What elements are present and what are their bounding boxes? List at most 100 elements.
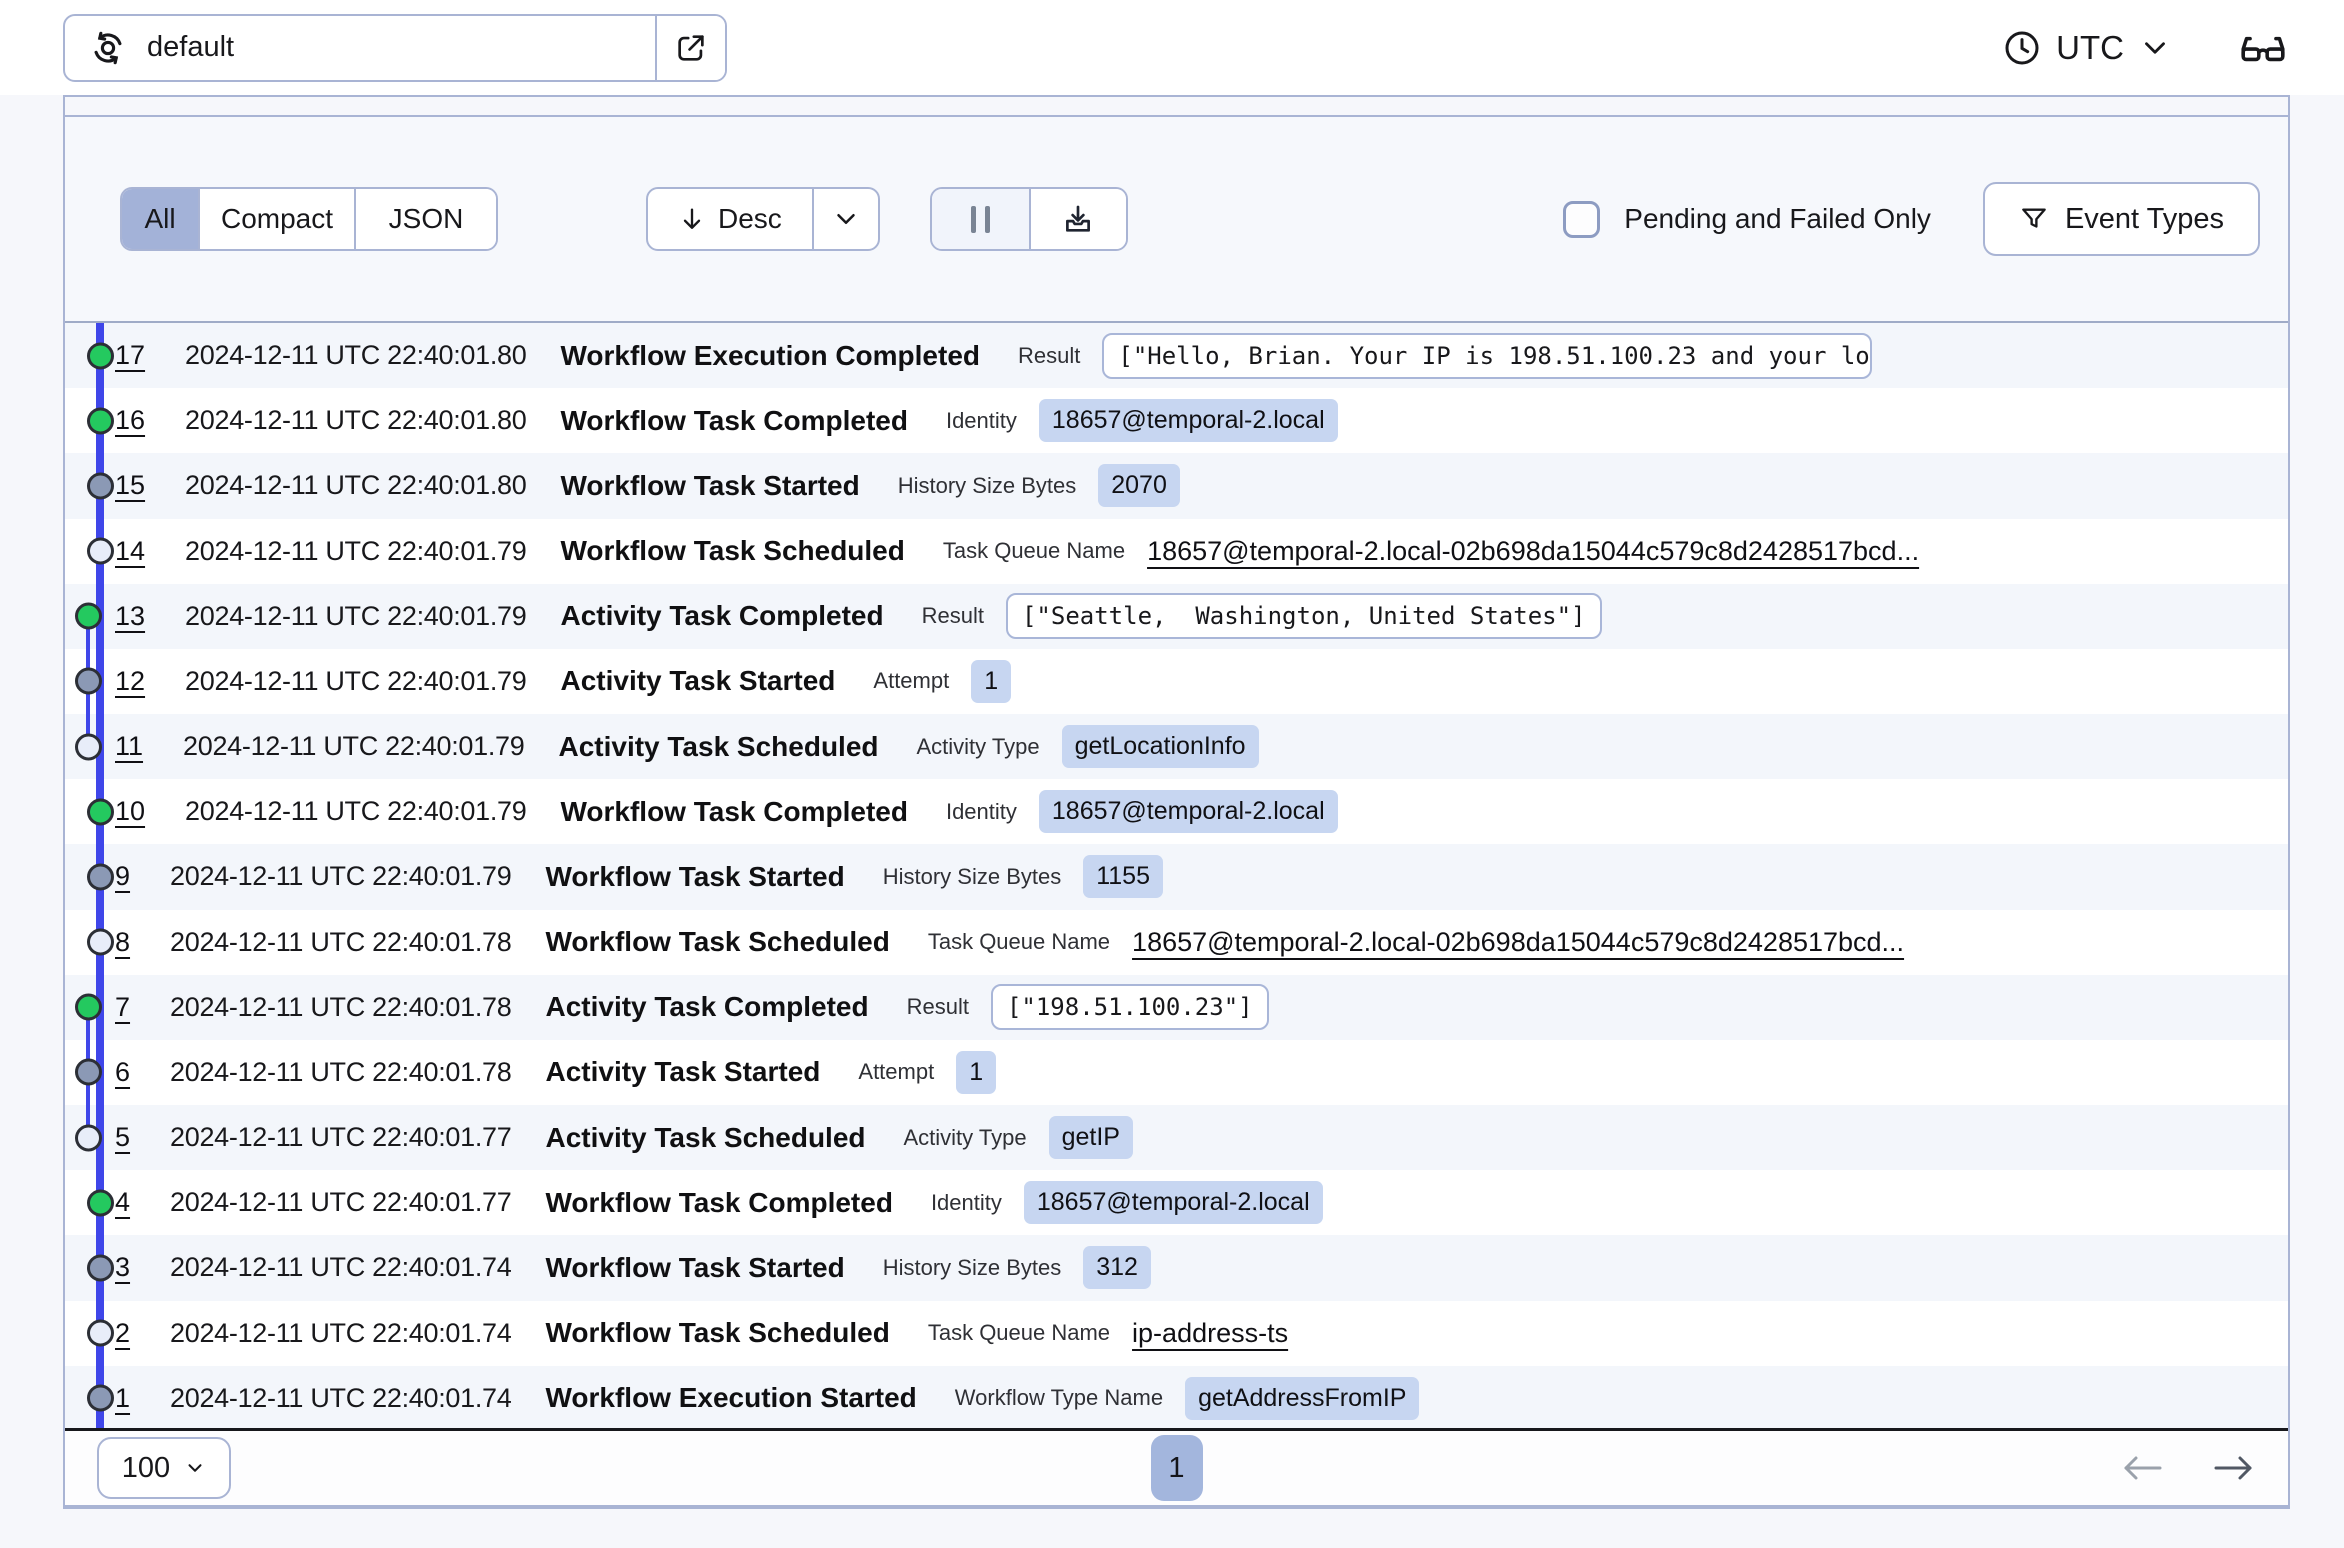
event-id-link[interactable]: 15 <box>115 470 145 501</box>
event-detail-chip: 1 <box>956 1050 997 1094</box>
event-status-dot <box>75 733 102 761</box>
event-detail-label: Identity <box>930 1189 1002 1215</box>
event-name: Workflow Task Completed <box>560 404 908 436</box>
event-timestamp: 2024-12-11 UTC 22:40:01.79 <box>185 600 527 631</box>
top-bar: default UTC <box>0 0 2344 95</box>
chevron-down-icon <box>2145 41 2165 54</box>
event-name: Activity Task Scheduled <box>558 730 879 762</box>
event-result-box: ["Hello, Brian. Your IP is 198.51.100.23… <box>1102 332 1873 379</box>
event-timestamp: 2024-12-11 UTC 22:40:01.74 <box>170 1252 512 1283</box>
event-detail-label: Result <box>1018 342 1081 368</box>
event-status-dot <box>75 1124 102 1152</box>
event-id-link[interactable]: 17 <box>115 340 145 371</box>
event-detail-label: Identity <box>945 407 1017 433</box>
event-id-link[interactable]: 11 <box>115 731 143 762</box>
task-queue-link[interactable]: 18657@temporal-2.local-02b698da15044c579… <box>1132 927 1904 958</box>
event-row[interactable]: 17 2024-12-11 UTC 22:40:01.80 Workflow Exe… <box>65 323 2288 389</box>
event-detail-label: Task Queue Name <box>927 1320 1111 1346</box>
pause-download-group <box>929 187 1128 251</box>
namespace-icon <box>94 31 122 64</box>
next-page-button[interactable] <box>2212 1453 2256 1483</box>
event-row[interactable]: 8 2024-12-11 UTC 22:40:01.78 Workflow Task… <box>65 909 2288 975</box>
event-row[interactable]: 1 2024-12-11 UTC 22:40:01.74 Workflow Exec… <box>65 1365 2288 1428</box>
event-row[interactable]: 16 2024-12-11 UTC 22:40:01.80 Workflow Tas… <box>65 388 2288 454</box>
event-id-link[interactable]: 3 <box>115 1252 130 1283</box>
timezone-selector[interactable]: UTC <box>2002 28 2172 68</box>
event-id-link[interactable]: 4 <box>115 1187 130 1218</box>
event-status-dot <box>75 1058 102 1086</box>
event-row[interactable]: 11 2024-12-11 UTC 22:40:01.79 Activity Tas… <box>65 714 2288 780</box>
view-mode-json[interactable]: JSON <box>354 189 496 249</box>
event-id-link[interactable]: 9 <box>115 861 130 892</box>
event-row[interactable]: 6 2024-12-11 UTC 22:40:01.78 Activity Task… <box>65 1039 2288 1106</box>
pause-updates-button[interactable] <box>931 189 1029 249</box>
event-name: Activity Task Scheduled <box>545 1121 866 1153</box>
namespace-select[interactable]: default <box>65 16 655 80</box>
event-detail-chip: getAddressFromIP <box>1185 1376 1420 1420</box>
event-row[interactable]: 7 2024-12-11 UTC 22:40:01.78 Activity Task… <box>65 974 2288 1040</box>
sort-order-button[interactable]: Desc <box>648 189 812 249</box>
view-mode-compact[interactable]: Compact <box>198 189 354 249</box>
event-detail-chip: 312 <box>1083 1246 1151 1290</box>
event-status-dot <box>87 1189 114 1217</box>
event-row[interactable]: 9 2024-12-11 UTC 22:40:01.79 Workflow Task… <box>65 844 2288 910</box>
event-row[interactable]: 10 2024-12-11 UTC 22:40:01.79 Workflow Tas… <box>65 779 2288 845</box>
event-row[interactable]: 5 2024-12-11 UTC 22:40:01.77 Activity Task… <box>65 1105 2288 1171</box>
pause-icon <box>970 205 976 233</box>
event-history-panel: All Compact JSON Desc Pending and Failed… <box>63 95 2290 1509</box>
open-namespace-button[interactable] <box>655 15 725 80</box>
event-timestamp: 2024-12-11 UTC 22:40:01.79 <box>185 796 527 827</box>
event-row[interactable]: 13 2024-12-11 UTC 22:40:01.79 Activity Tas… <box>65 583 2288 649</box>
event-id-link[interactable]: 16 <box>115 405 145 436</box>
event-status-dot <box>75 667 102 695</box>
task-queue-link[interactable]: ip-address-ts <box>1132 1318 1288 1349</box>
event-timestamp: 2024-12-11 UTC 22:40:01.80 <box>185 340 527 371</box>
namespace-switcher[interactable]: default <box>63 13 727 82</box>
event-detail-chip: 18657@temporal-2.local <box>1038 790 1338 834</box>
event-row[interactable]: 3 2024-12-11 UTC 22:40:01.74 Workflow Task… <box>65 1235 2288 1301</box>
event-name: Workflow Task Started <box>560 469 860 501</box>
event-id-link[interactable]: 6 <box>115 1057 130 1088</box>
event-status-dot <box>87 407 114 435</box>
event-id-link[interactable]: 14 <box>115 536 145 567</box>
event-timestamp: 2024-12-11 UTC 22:40:01.79 <box>185 535 527 566</box>
event-name: Workflow Task Scheduled <box>545 1317 890 1349</box>
previous-page-button[interactable] <box>2120 1453 2164 1483</box>
chevron-down-icon <box>188 1464 202 1472</box>
pagination-bar: 100 1 <box>65 1431 2288 1505</box>
event-timestamp: 2024-12-11 UTC 22:40:01.78 <box>170 991 512 1022</box>
event-id-link[interactable]: 10 <box>115 796 145 827</box>
pending-failed-checkbox[interactable] <box>1563 200 1601 238</box>
event-detail-label: Result <box>906 994 969 1020</box>
event-detail-chip: getLocationInfo <box>1061 725 1259 769</box>
event-row[interactable]: 15 2024-12-11 UTC 22:40:01.80 Workflow Tas… <box>65 453 2288 519</box>
event-history-table: 17 2024-12-11 UTC 22:40:01.80 Workflow Exe… <box>65 323 2288 1431</box>
sort-order-dropdown[interactable] <box>811 189 878 249</box>
current-page-indicator[interactable]: 1 <box>1150 1435 1203 1501</box>
event-id-link[interactable]: 1 <box>115 1383 130 1414</box>
event-id-link[interactable]: 2 <box>115 1318 130 1349</box>
event-types-filter-button[interactable]: Event Types <box>1982 182 2260 256</box>
page-size-select[interactable]: 100 <box>97 1437 231 1499</box>
event-id-link[interactable]: 5 <box>115 1122 130 1153</box>
event-detail-chip: 1155 <box>1083 855 1163 899</box>
labs-mode-button[interactable] <box>2238 23 2288 73</box>
event-detail-label: Activity Type <box>903 1124 1027 1150</box>
event-id-link[interactable]: 7 <box>115 992 130 1023</box>
event-id-link[interactable]: 12 <box>115 666 145 697</box>
view-mode-all[interactable]: All <box>122 189 198 249</box>
event-row[interactable]: 4 2024-12-11 UTC 22:40:01.77 Workflow Task… <box>65 1170 2288 1236</box>
event-row[interactable]: 14 2024-12-11 UTC 22:40:01.79 Workflow Tas… <box>65 518 2288 584</box>
event-id-link[interactable]: 13 <box>115 601 145 632</box>
download-history-button[interactable] <box>1028 189 1126 249</box>
event-status-dot <box>87 537 114 565</box>
event-row[interactable]: 2 2024-12-11 UTC 22:40:01.74 Workflow Task… <box>65 1300 2288 1366</box>
event-row[interactable]: 12 2024-12-11 UTC 22:40:01.79 Activity Tas… <box>65 648 2288 715</box>
task-queue-link[interactable]: 18657@temporal-2.local-02b698da15044c579… <box>1147 536 1919 567</box>
event-detail-chip: getIP <box>1048 1116 1133 1160</box>
event-name: Activity Task Completed <box>560 600 884 632</box>
pending-failed-label: Pending and Failed Only <box>1624 203 1931 234</box>
timezone-label: UTC <box>2056 28 2124 66</box>
event-name: Workflow Task Started <box>545 860 845 892</box>
event-id-link[interactable]: 8 <box>115 927 130 958</box>
